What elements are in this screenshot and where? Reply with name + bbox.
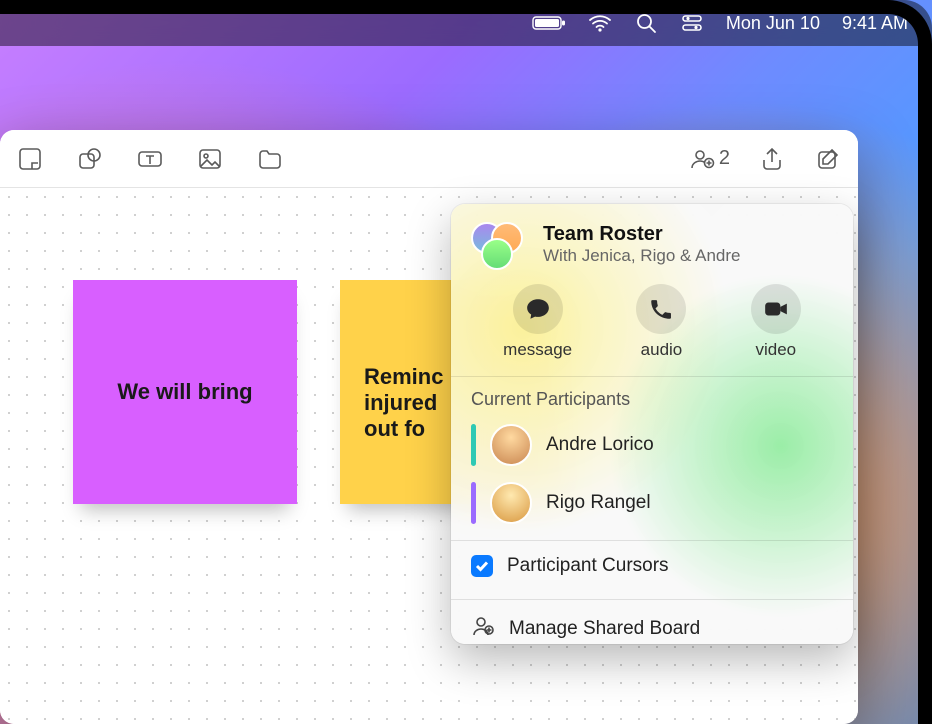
group-avatar-stack [471,222,529,266]
menubar-date[interactable]: Mon Jun 10 [726,13,820,34]
files-icon[interactable] [256,146,284,172]
collaboration-popover: Team Roster With Jenica, Rigo & Andre me… [451,204,853,644]
sticky-text: Reminc injured out fo [364,364,443,442]
desktop: Mon Jun 10 9:41 AM 2 [0,0,932,724]
sticky-note-magenta[interactable]: We will bring [73,280,297,504]
video-button[interactable]: video [751,284,801,360]
participant-name: Andre Lorico [546,434,654,456]
image-icon[interactable] [196,146,224,172]
participant-row[interactable]: Rigo Rangel [451,474,853,532]
checkbox-checked-icon[interactable] [471,555,493,577]
control-center-icon[interactable] [680,11,704,35]
participants-label: Current Participants [451,377,853,416]
participant-row[interactable]: Andre Lorico [451,416,853,474]
action-label: video [755,340,796,360]
message-button[interactable]: message [503,284,572,360]
action-label: audio [641,340,683,360]
row-label: Manage Shared Board [509,618,700,640]
presence-bar [471,482,476,524]
manage-icon [471,614,495,644]
sticky-note-icon[interactable] [16,146,44,172]
wifi-icon[interactable] [588,11,612,35]
toolbar: 2 [0,130,858,188]
sticky-text: We will bring [117,379,252,405]
presence-bar [471,424,476,466]
spotlight-icon[interactable] [634,11,658,35]
avatar [490,482,532,524]
popover-title: Team Roster [543,223,740,246]
shapes-icon[interactable] [76,146,104,172]
avatar [490,424,532,466]
text-box-icon[interactable] [136,146,164,172]
audio-button[interactable]: audio [636,284,686,360]
menubar: Mon Jun 10 9:41 AM [0,0,932,46]
menubar-time[interactable]: 9:41 AM [842,13,908,34]
popover-subtitle: With Jenica, Rigo & Andre [543,246,740,266]
participant-name: Rigo Rangel [546,492,651,514]
row-label: Participant Cursors [507,555,669,577]
collaborators-button[interactable]: 2 [689,146,730,172]
share-icon[interactable] [758,146,786,172]
popover-header: Team Roster With Jenica, Rigo & Andre [451,204,853,274]
battery-icon [532,14,566,32]
participant-cursors-toggle[interactable]: Participant Cursors [451,541,853,591]
manage-shared-board-button[interactable]: Manage Shared Board [451,600,853,644]
action-label: message [503,340,572,360]
contact-actions: message audio video [451,274,853,377]
collaborator-count: 2 [719,147,730,170]
avatar [481,238,513,270]
compose-icon[interactable] [814,146,842,172]
